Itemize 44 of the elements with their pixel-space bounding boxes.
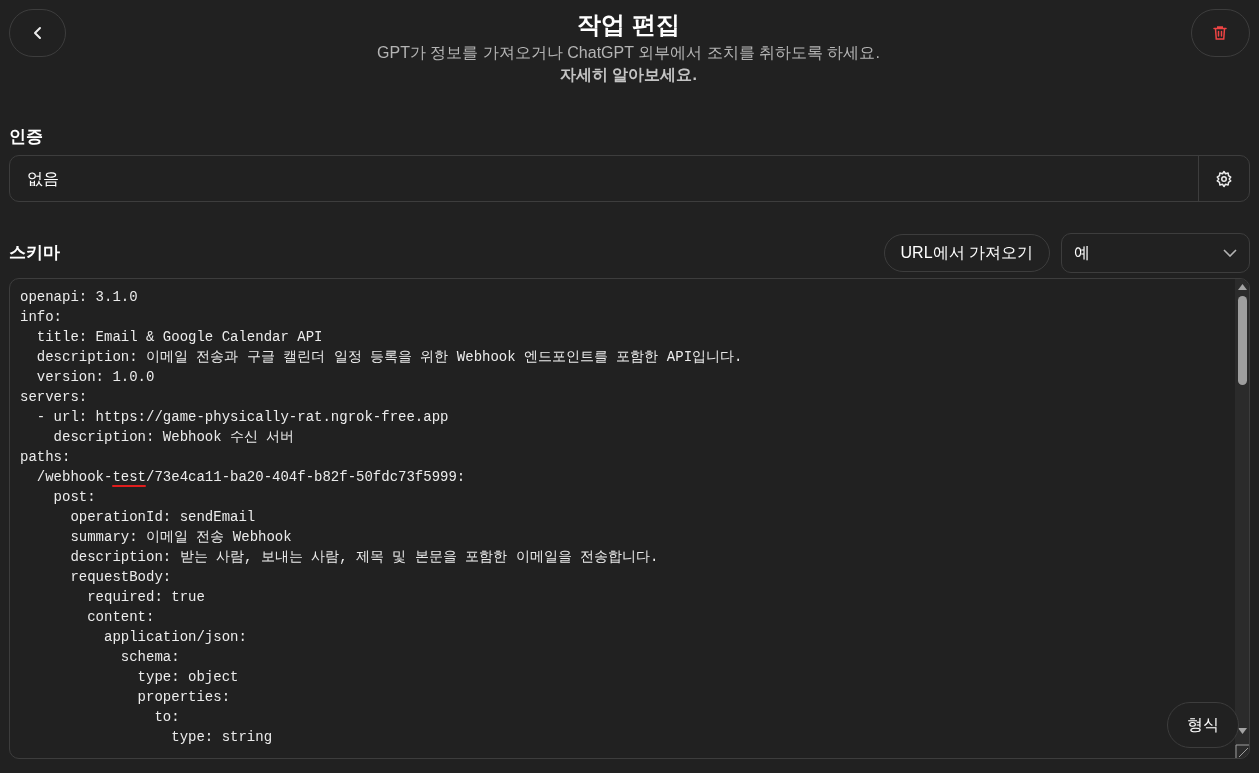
page-title: 작업 편집 — [577, 10, 680, 40]
code-line: post: — [52, 489, 96, 505]
scrollbar[interactable] — [1235, 279, 1249, 758]
code-line: openapi: 3.1.0 — [20, 289, 138, 305]
code-line: description: 이메일 전송과 구글 캘린더 일정 등록을 위한 Webhook 엔드포인트를 포함한 API입니다. — [35, 349, 743, 365]
code-line: description: Webhook 수신 서버 — [52, 429, 295, 445]
code-line: description: 받는 사람, 보내는 사람, 제목 및 본문을 포함한 이메일을 전송합니다. — [69, 549, 659, 565]
code-line: servers: — [20, 389, 88, 405]
code-line: operationId: sendEmail — [69, 509, 256, 525]
code-line: required: true — [86, 589, 205, 605]
learn-more-link[interactable]: 자세히 알아보세요. — [560, 64, 697, 86]
code-line: application/json: — [103, 629, 247, 645]
settings-icon[interactable] — [1215, 169, 1233, 188]
code-line: version: 1.0.0 — [35, 369, 155, 385]
example-select[interactable]: 예 — [1061, 233, 1250, 273]
format-button[interactable]: 형식 — [1167, 702, 1239, 748]
section-label: 스키마 — [9, 242, 60, 265]
resize-handle-icon[interactable] — [1235, 744, 1249, 758]
authentication-field[interactable]: 없음 — [9, 155, 1250, 202]
back-icon — [31, 26, 44, 40]
scroll-up-icon[interactable] — [1237, 284, 1247, 290]
scrollbar-thumb[interactable] — [1237, 296, 1247, 385]
code-line: paths: — [20, 449, 71, 465]
code-line: type: string — [170, 729, 273, 745]
page-subtitle: GPT가 정보를 가져오거나 ChatGPT 외부에서 조치를 취하도록 하세요. — [377, 43, 880, 63]
code-line: type: object — [136, 669, 239, 685]
code-line: - url: https://game-physically-rat.ngrok-free.app — [35, 409, 449, 425]
code-line: schema: — [119, 649, 180, 665]
chevron-down-icon — [1223, 249, 1237, 257]
select-value: 예 — [1074, 243, 1090, 263]
code-line: to: — [153, 709, 180, 725]
code-line: content: — [86, 609, 155, 625]
trash-icon — [1211, 24, 1230, 42]
code-line: requestBody: — [69, 569, 172, 585]
schema-editor[interactable] — [9, 278, 1250, 759]
authentication-value: 없음 — [26, 168, 60, 189]
code-line: /webhook-test/73e4ca11-ba20-404f-b82f-50fdc73f5999: — [35, 469, 466, 485]
code-line: summary: 이메일 전송 Webhook — [69, 529, 292, 545]
section-label: 인증 — [9, 126, 44, 148]
scroll-down-icon[interactable] — [1237, 728, 1247, 734]
code-line: properties: — [136, 689, 231, 705]
code-line: title: Email & Google Calendar API — [35, 329, 323, 345]
code-line: info: — [20, 309, 62, 325]
scribble-mark — [112, 485, 146, 487]
